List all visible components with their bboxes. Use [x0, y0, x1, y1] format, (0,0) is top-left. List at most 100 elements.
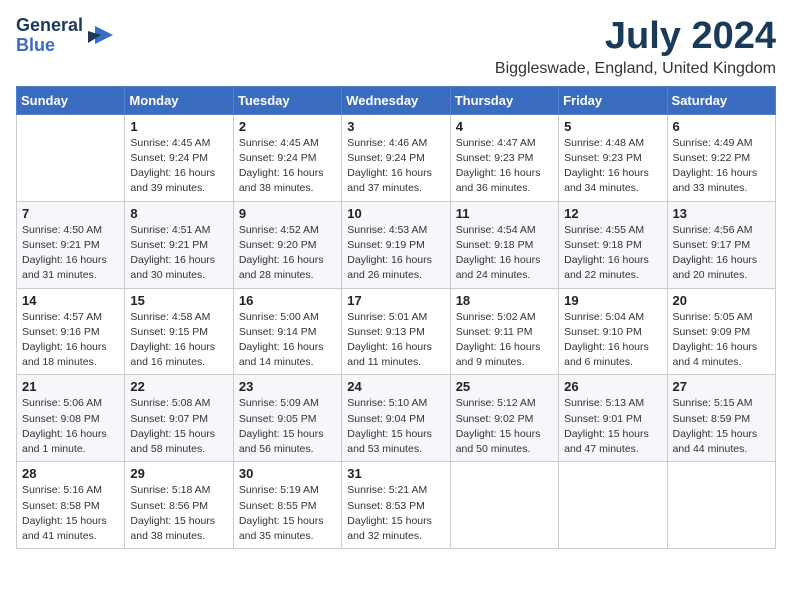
- calendar-cell: 24Sunrise: 5:10 AMSunset: 9:04 PMDayligh…: [342, 375, 450, 462]
- day-number: 14: [22, 293, 119, 308]
- calendar-cell: 4 Sunrise: 4:47 AMSunset: 9:23 PMDaylight…: [450, 114, 558, 201]
- calendar-cell: 27 Sunrise: 5:15 AMSunset: 8:59 PMDayligh…: [667, 375, 775, 462]
- day-info: Sunrise: 5:13 AMSunset: 9:01 PMDaylight:…: [564, 396, 661, 457]
- day-number: 28: [22, 466, 119, 481]
- calendar-cell: 23 Sunrise: 5:09 AMSunset: 9:05 PMDayligh…: [233, 375, 341, 462]
- title-area: July 2024 Biggleswade, England, United K…: [495, 16, 776, 78]
- day-info: Sunrise: 4:50 AMSunset: 9:21 PMDaylight:…: [22, 223, 119, 284]
- calendar-cell: [17, 114, 125, 201]
- calendar-cell: 14 Sunrise: 4:57 AMSunset: 9:16 PMDayligh…: [17, 288, 125, 375]
- day-info: Sunrise: 4:46 AMSunset: 9:24 PMDaylight:…: [347, 136, 444, 197]
- day-number: 31: [347, 466, 444, 481]
- calendar-cell: 15Sunrise: 4:58 AMSunset: 9:15 PMDayligh…: [125, 288, 233, 375]
- day-info: Sunrise: 4:49 AMSunset: 9:22 PMDaylight:…: [673, 136, 770, 197]
- day-info: Sunrise: 5:21 AMSunset: 8:53 PMDaylight:…: [347, 483, 444, 544]
- day-info: Sunrise: 5:06 AMSunset: 9:08 PMDaylight:…: [22, 396, 119, 457]
- day-number: 17: [347, 293, 444, 308]
- calendar-cell: 29 Sunrise: 5:18 AMSunset: 8:56 PMDayligh…: [125, 462, 233, 549]
- calendar-cell: 28 Sunrise: 5:16 AMSunset: 8:58 PMDayligh…: [17, 462, 125, 549]
- month-title: July 2024: [495, 16, 776, 58]
- calendar-body: 1 Sunrise: 4:45 AMSunset: 9:24 PMDaylight…: [17, 114, 776, 548]
- day-number: 22: [130, 379, 227, 394]
- calendar-cell: 21 Sunrise: 5:06 AMSunset: 9:08 PMDayligh…: [17, 375, 125, 462]
- day-number: 6: [673, 119, 770, 134]
- day-info: Sunrise: 5:15 AMSunset: 8:59 PMDaylight:…: [673, 396, 770, 457]
- page-header: General Blue July 2024 Biggleswade, Engl…: [16, 16, 776, 78]
- calendar-cell: 18Sunrise: 5:02 AMSunset: 9:11 PMDayligh…: [450, 288, 558, 375]
- calendar-cell: 22 Sunrise: 5:08 AMSunset: 9:07 PMDayligh…: [125, 375, 233, 462]
- calendar-cell: 16 Sunrise: 5:00 AMSunset: 9:14 PMDayligh…: [233, 288, 341, 375]
- day-info: Sunrise: 5:18 AMSunset: 8:56 PMDaylight:…: [130, 483, 227, 544]
- calendar-cell: 6 Sunrise: 4:49 AMSunset: 9:22 PMDaylight…: [667, 114, 775, 201]
- day-info: Sunrise: 4:48 AMSunset: 9:23 PMDaylight:…: [564, 136, 661, 197]
- day-info: Sunrise: 5:05 AMSunset: 9:09 PMDaylight:…: [673, 310, 770, 371]
- calendar-cell: 17 Sunrise: 5:01 AMSunset: 9:13 PMDayligh…: [342, 288, 450, 375]
- week-row-2: 7 Sunrise: 4:50 AMSunset: 9:21 PMDaylight…: [17, 201, 776, 288]
- week-row-1: 1 Sunrise: 4:45 AMSunset: 9:24 PMDaylight…: [17, 114, 776, 201]
- day-info: Sunrise: 5:09 AMSunset: 9:05 PMDaylight:…: [239, 396, 336, 457]
- day-info: Sunrise: 5:12 AMSunset: 9:02 PMDaylight:…: [456, 396, 553, 457]
- day-number: 9: [239, 206, 336, 221]
- calendar-cell: [559, 462, 667, 549]
- day-info: Sunrise: 4:47 AMSunset: 9:23 PMDaylight:…: [456, 136, 553, 197]
- day-info: Sunrise: 4:57 AMSunset: 9:16 PMDaylight:…: [22, 310, 119, 371]
- calendar-cell: 7 Sunrise: 4:50 AMSunset: 9:21 PMDaylight…: [17, 201, 125, 288]
- week-row-3: 14 Sunrise: 4:57 AMSunset: 9:16 PMDayligh…: [17, 288, 776, 375]
- calendar-cell: [667, 462, 775, 549]
- calendar-cell: 25 Sunrise: 5:12 AMSunset: 9:02 PMDayligh…: [450, 375, 558, 462]
- day-info: Sunrise: 4:53 AMSunset: 9:19 PMDaylight:…: [347, 223, 444, 284]
- logo: General Blue: [16, 16, 115, 56]
- day-info: Sunrise: 5:00 AMSunset: 9:14 PMDaylight:…: [239, 310, 336, 371]
- day-info: Sunrise: 4:56 AMSunset: 9:17 PMDaylight:…: [673, 223, 770, 284]
- day-number: 27: [673, 379, 770, 394]
- day-number: 21: [22, 379, 119, 394]
- calendar-cell: 8Sunrise: 4:51 AMSunset: 9:21 PMDaylight…: [125, 201, 233, 288]
- day-number: 26: [564, 379, 661, 394]
- weekday-header-row: SundayMondayTuesdayWednesdayThursdayFrid…: [17, 86, 776, 114]
- day-number: 7: [22, 206, 119, 221]
- day-number: 18: [456, 293, 553, 308]
- calendar-cell: 2 Sunrise: 4:45 AMSunset: 9:24 PMDaylight…: [233, 114, 341, 201]
- calendar-cell: 19 Sunrise: 5:04 AMSunset: 9:10 PMDayligh…: [559, 288, 667, 375]
- day-number: 20: [673, 293, 770, 308]
- day-info: Sunrise: 4:45 AMSunset: 9:24 PMDaylight:…: [239, 136, 336, 197]
- day-number: 1: [130, 119, 227, 134]
- calendar-cell: 13Sunrise: 4:56 AMSunset: 9:17 PMDayligh…: [667, 201, 775, 288]
- day-number: 3: [347, 119, 444, 134]
- day-number: 23: [239, 379, 336, 394]
- logo-icon: [85, 21, 115, 51]
- day-number: 15: [130, 293, 227, 308]
- day-info: Sunrise: 5:04 AMSunset: 9:10 PMDaylight:…: [564, 310, 661, 371]
- day-info: Sunrise: 4:51 AMSunset: 9:21 PMDaylight:…: [130, 223, 227, 284]
- day-number: 25: [456, 379, 553, 394]
- day-number: 30: [239, 466, 336, 481]
- day-info: Sunrise: 5:08 AMSunset: 9:07 PMDaylight:…: [130, 396, 227, 457]
- calendar-cell: 26 Sunrise: 5:13 AMSunset: 9:01 PMDayligh…: [559, 375, 667, 462]
- calendar-cell: 9Sunrise: 4:52 AMSunset: 9:20 PMDaylight…: [233, 201, 341, 288]
- calendar-cell: [450, 462, 558, 549]
- day-number: 4: [456, 119, 553, 134]
- day-number: 2: [239, 119, 336, 134]
- day-number: 11: [456, 206, 553, 221]
- day-number: 16: [239, 293, 336, 308]
- weekday-header-saturday: Saturday: [667, 86, 775, 114]
- week-row-4: 21 Sunrise: 5:06 AMSunset: 9:08 PMDayligh…: [17, 375, 776, 462]
- day-number: 12: [564, 206, 661, 221]
- day-info: Sunrise: 5:01 AMSunset: 9:13 PMDaylight:…: [347, 310, 444, 371]
- calendar-cell: 12Sunrise: 4:55 AMSunset: 9:18 PMDayligh…: [559, 201, 667, 288]
- calendar-cell: 1Sunrise: 4:45 AMSunset: 9:24 PMDaylight…: [125, 114, 233, 201]
- logo-text: General Blue: [16, 16, 83, 56]
- day-info: Sunrise: 5:10 AMSunset: 9:04 PMDaylight:…: [347, 396, 444, 457]
- weekday-header-friday: Friday: [559, 86, 667, 114]
- calendar-cell: 31 Sunrise: 5:21 AMSunset: 8:53 PMDayligh…: [342, 462, 450, 549]
- calendar-cell: 30Sunrise: 5:19 AMSunset: 8:55 PMDayligh…: [233, 462, 341, 549]
- calendar-cell: 3 Sunrise: 4:46 AMSunset: 9:24 PMDaylight…: [342, 114, 450, 201]
- day-info: Sunrise: 5:16 AMSunset: 8:58 PMDaylight:…: [22, 483, 119, 544]
- weekday-header-tuesday: Tuesday: [233, 86, 341, 114]
- weekday-header-monday: Monday: [125, 86, 233, 114]
- calendar-cell: 11Sunrise: 4:54 AMSunset: 9:18 PMDayligh…: [450, 201, 558, 288]
- day-number: 19: [564, 293, 661, 308]
- day-number: 29: [130, 466, 227, 481]
- week-row-5: 28 Sunrise: 5:16 AMSunset: 8:58 PMDayligh…: [17, 462, 776, 549]
- weekday-header-thursday: Thursday: [450, 86, 558, 114]
